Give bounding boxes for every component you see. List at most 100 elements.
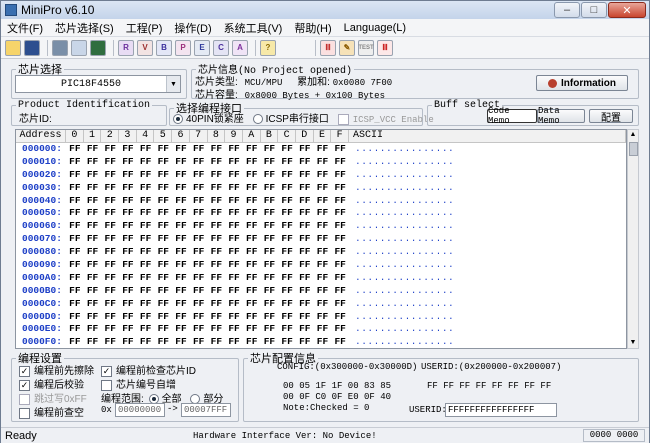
hex-cell[interactable]: FF: [66, 285, 84, 298]
close-button[interactable]: ✕: [608, 2, 646, 18]
hex-cell[interactable]: FF: [154, 169, 172, 182]
table-row[interactable]: 0000D0: FF FF FF FF FF FF FF FF FF FF FF FF FF FF FF FF.…: [16, 311, 626, 324]
hex-cell[interactable]: FF: [101, 195, 119, 208]
hex-cell[interactable]: FF: [172, 336, 190, 348]
hex-cell[interactable]: FF: [154, 323, 172, 336]
hex-cell[interactable]: FF: [119, 143, 137, 156]
hex-cell[interactable]: FF: [119, 169, 137, 182]
hex-cell[interactable]: FF: [190, 323, 208, 336]
info-icon[interactable]: ?: [260, 39, 276, 56]
table-row[interactable]: 000020: FF FF FF FF FF FF FF FF FF FF FF FF FF FF FF FF.…: [16, 169, 626, 182]
hex-cell[interactable]: FF: [84, 182, 102, 195]
radio-icsp[interactable]: [252, 114, 263, 125]
hex-cell[interactable]: FF: [225, 311, 243, 324]
hex-cell[interactable]: FF: [314, 233, 332, 246]
hex-cell[interactable]: FF: [66, 143, 84, 156]
hex-cell[interactable]: FF: [119, 207, 137, 220]
hex-cell[interactable]: FF: [225, 195, 243, 208]
hex-cell[interactable]: FF: [208, 207, 226, 220]
table-row[interactable]: 0000F0: FF FF FF FF FF FF FF FF FF FF FF FF FF FF FF FF.…: [16, 336, 626, 348]
hex-cell[interactable]: FF: [314, 272, 332, 285]
hex-cell[interactable]: FF: [190, 311, 208, 324]
hex-cell[interactable]: FF: [208, 156, 226, 169]
hex-cell[interactable]: FF: [278, 298, 296, 311]
menu-file[interactable]: 文件(F): [1, 20, 49, 36]
minimize-button[interactable]: –: [554, 2, 580, 18]
hex-cell[interactable]: FF: [84, 259, 102, 272]
hex-cell[interactable]: FF: [314, 323, 332, 336]
hex-cell[interactable]: FF: [243, 169, 261, 182]
hex-cell[interactable]: FF: [66, 323, 84, 336]
hex-cell[interactable]: FF: [296, 311, 314, 324]
hex-cell[interactable]: FF: [101, 272, 119, 285]
table-row[interactable]: 000080: FF FF FF FF FF FF FF FF FF FF FF FF FF FF FF FF.…: [16, 246, 626, 259]
hex-cell[interactable]: FF: [101, 233, 119, 246]
hex-cell[interactable]: FF: [278, 233, 296, 246]
hex-cell[interactable]: FF: [225, 298, 243, 311]
reload-icon[interactable]: [71, 39, 87, 56]
hex-cell[interactable]: FF: [278, 246, 296, 259]
hex-cell[interactable]: FF: [84, 336, 102, 348]
hex-cell[interactable]: FF: [261, 259, 279, 272]
hex-cell[interactable]: FF: [66, 298, 84, 311]
hex-cell[interactable]: FF: [296, 182, 314, 195]
chip-select-dropdown[interactable]: PIC18F4550 ▼: [15, 75, 181, 93]
hex-cell[interactable]: FF: [278, 143, 296, 156]
hex-cell[interactable]: FF: [154, 272, 172, 285]
table-row[interactable]: 0000E0: FF FF FF FF FF FF FF FF FF FF FF FF FF FF FF FF.…: [16, 323, 626, 336]
hex-cell[interactable]: FF: [101, 246, 119, 259]
hex-cell[interactable]: FF: [278, 156, 296, 169]
menu-help[interactable]: 帮助(H): [288, 20, 337, 36]
hex-cell[interactable]: FF: [190, 246, 208, 259]
hex-cell[interactable]: FF: [261, 336, 279, 348]
hex-cell[interactable]: FF: [296, 207, 314, 220]
hex-cell[interactable]: FF: [172, 169, 190, 182]
hex-cell[interactable]: FF: [190, 143, 208, 156]
information-button[interactable]: Information: [536, 75, 628, 91]
hex-cell[interactable]: FF: [261, 156, 279, 169]
hex-cell[interactable]: FF: [101, 336, 119, 348]
hex-cell[interactable]: FF: [243, 285, 261, 298]
hex-cell[interactable]: FF: [331, 143, 349, 156]
hex-cell[interactable]: FF: [208, 259, 226, 272]
hex-cell[interactable]: FF: [243, 246, 261, 259]
hex-cell[interactable]: FF: [190, 233, 208, 246]
hex-cell[interactable]: FF: [172, 182, 190, 195]
hex-cell[interactable]: FF: [243, 259, 261, 272]
hex-cell[interactable]: FF: [314, 182, 332, 195]
hex-cell[interactable]: FF: [208, 246, 226, 259]
hex-cell[interactable]: FF: [84, 246, 102, 259]
hex-cell[interactable]: FF: [243, 156, 261, 169]
hex-cell[interactable]: FF: [208, 285, 226, 298]
hex-cell[interactable]: FF: [137, 156, 155, 169]
table-row[interactable]: 000060: FF FF FF FF FF FF FF FF FF FF FF FF FF FF FF FF.…: [16, 220, 626, 233]
hex-cell[interactable]: FF: [225, 233, 243, 246]
hex-cell[interactable]: FF: [296, 156, 314, 169]
hex-cell[interactable]: FF: [154, 182, 172, 195]
blank-check-icon[interactable]: B: [156, 39, 172, 56]
hex-cell[interactable]: FF: [101, 298, 119, 311]
hex-cell[interactable]: FF: [84, 169, 102, 182]
hex-cell[interactable]: FF: [261, 182, 279, 195]
hex-cell[interactable]: FF: [243, 195, 261, 208]
menu-chip-select[interactable]: 芯片选择(S): [49, 20, 120, 36]
data-memo-button[interactable]: Data Memo: [537, 106, 585, 126]
hex-cell[interactable]: FF: [154, 207, 172, 220]
hex-cell[interactable]: FF: [278, 323, 296, 336]
scroll-thumb[interactable]: [629, 142, 638, 156]
hex-cell[interactable]: FF: [137, 336, 155, 348]
load-icon[interactable]: [52, 39, 68, 56]
test-icon[interactable]: TEST: [358, 39, 374, 56]
hex-cell[interactable]: FF: [137, 182, 155, 195]
hex-cell[interactable]: FF: [278, 259, 296, 272]
hex-cell[interactable]: FF: [243, 323, 261, 336]
erase-icon[interactable]: E: [194, 39, 210, 56]
hex-cell[interactable]: FF: [66, 220, 84, 233]
hex-cell[interactable]: FF: [331, 311, 349, 324]
hex-cell[interactable]: FF: [278, 285, 296, 298]
hex-cell[interactable]: FF: [172, 311, 190, 324]
hex-cell[interactable]: FF: [208, 323, 226, 336]
hex-cell[interactable]: FF: [261, 207, 279, 220]
hex-cell[interactable]: FF: [84, 156, 102, 169]
hex-cell[interactable]: FF: [137, 298, 155, 311]
